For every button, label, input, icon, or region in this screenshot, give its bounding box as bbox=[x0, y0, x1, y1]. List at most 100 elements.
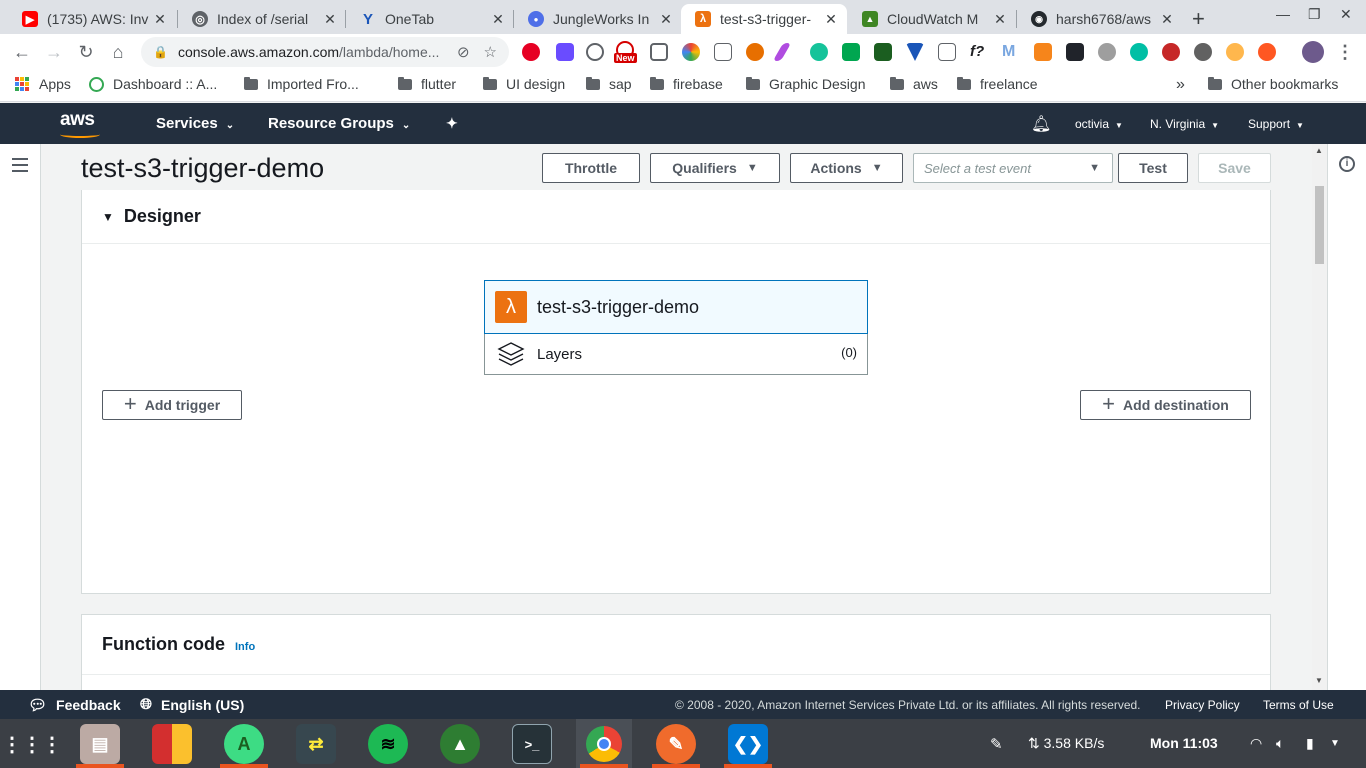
browser-tab[interactable]: ◉ harsh6768/aws ✕ bbox=[1017, 4, 1183, 34]
extension-icon[interactable] bbox=[842, 43, 860, 61]
close-icon[interactable]: ✕ bbox=[992, 11, 1008, 28]
rocket-icon[interactable]: ▲ bbox=[440, 724, 480, 764]
scroll-down-icon[interactable]: ▼ bbox=[1315, 676, 1323, 685]
extension-icon[interactable] bbox=[1258, 43, 1276, 61]
extension-icon[interactable] bbox=[682, 43, 700, 61]
close-icon[interactable]: ✕ bbox=[658, 11, 674, 28]
bookmark-folder[interactable]: freelance bbox=[957, 76, 1038, 92]
address-bar[interactable]: 🔒 console.aws.amazon.com/lambda/home... … bbox=[141, 37, 509, 67]
minimize-icon[interactable]: — bbox=[1276, 6, 1290, 22]
reload-icon[interactable]: ↻ bbox=[75, 41, 97, 63]
onetab-icon[interactable] bbox=[906, 43, 924, 61]
bookmark-star-icon[interactable]: ☆ bbox=[484, 43, 497, 61]
extension-icon[interactable] bbox=[1194, 43, 1212, 61]
language-selector[interactable]: 🌐︎ English (US) bbox=[140, 696, 244, 713]
info-link[interactable]: Info bbox=[235, 641, 255, 653]
bookmark-folder[interactable]: Graphic Design bbox=[746, 76, 866, 92]
postman-icon[interactable]: ✎ bbox=[656, 724, 696, 764]
bookmark-dashboard[interactable]: Dashboard :: A... bbox=[89, 76, 217, 92]
extension-icon[interactable] bbox=[1098, 43, 1116, 61]
close-icon[interactable]: ✕ bbox=[823, 11, 839, 28]
scroll-up-icon[interactable]: ▲ bbox=[1315, 146, 1323, 155]
screenshot-icon[interactable] bbox=[650, 43, 668, 61]
home-icon[interactable]: ⌂ bbox=[107, 41, 129, 63]
app-icon[interactable] bbox=[152, 724, 192, 764]
pen-icon[interactable]: ✎ bbox=[990, 735, 1003, 753]
browser-tab[interactable]: ◎ Index of /serial ✕ bbox=[178, 4, 346, 34]
new-tab-button[interactable]: + bbox=[1192, 6, 1205, 32]
page-scrollbar[interactable]: ▲ ▼ bbox=[1312, 144, 1327, 690]
battery-icon[interactable]: ▮ bbox=[1306, 735, 1314, 752]
bookmark-folder[interactable]: aws bbox=[890, 76, 938, 92]
feedback-button[interactable]: 💬︎ Feedback bbox=[28, 696, 121, 714]
extension-icon[interactable] bbox=[874, 43, 892, 61]
maximize-icon[interactable]: ❐ bbox=[1308, 6, 1321, 23]
extension-icon[interactable] bbox=[1162, 43, 1180, 61]
qualifiers-button[interactable]: Qualifiers ▼ bbox=[650, 153, 780, 183]
react-devtools-icon[interactable] bbox=[1066, 43, 1084, 61]
bookmark-folder[interactable]: sap bbox=[586, 76, 632, 92]
chevron-down-icon[interactable]: ▼ bbox=[1330, 738, 1340, 749]
close-icon[interactable]: ✕ bbox=[1159, 11, 1175, 28]
browser-tab[interactable]: Y OneTab ✕ bbox=[346, 4, 514, 34]
function-node[interactable]: λ test-s3-trigger-demo Layers (0) bbox=[484, 280, 868, 375]
terminal-icon[interactable]: >_ bbox=[512, 724, 552, 764]
spotify-icon[interactable]: ≋ bbox=[368, 724, 408, 764]
scrollbar-thumb[interactable] bbox=[1315, 186, 1324, 264]
bell-icon[interactable]: 🔔︎ bbox=[1031, 114, 1051, 134]
site-permission-icon[interactable]: ⊘ bbox=[457, 43, 470, 61]
add-trigger-button[interactable]: + Add trigger bbox=[102, 390, 242, 420]
vscode-icon[interactable]: ❮❯ bbox=[728, 724, 768, 764]
resource-groups-menu[interactable]: Resource Groups ⌄ bbox=[268, 115, 410, 132]
account-menu[interactable]: octivia ▼ bbox=[1075, 117, 1123, 131]
browser-tab[interactable]: ▲ CloudWatch M ✕ bbox=[848, 4, 1016, 34]
network-tool-icon[interactable]: ⇄ bbox=[296, 724, 336, 764]
aws-logo[interactable]: aws bbox=[60, 109, 100, 138]
android-studio-icon[interactable]: A bbox=[224, 724, 264, 764]
wifi-icon[interactable]: ◠ bbox=[1250, 735, 1262, 752]
file-manager-icon[interactable]: ▤ bbox=[80, 724, 120, 764]
bookmarks-overflow-button[interactable]: » bbox=[1176, 76, 1185, 94]
forward-icon[interactable]: → bbox=[43, 41, 65, 63]
pinterest-icon[interactable] bbox=[522, 43, 540, 61]
info-icon[interactable]: i bbox=[1339, 156, 1355, 172]
bookmark-folder[interactable]: Imported Fro... bbox=[244, 76, 359, 92]
function-node-header[interactable]: λ test-s3-trigger-demo bbox=[484, 280, 868, 334]
extension-icon[interactable] bbox=[714, 43, 732, 61]
extension-icon[interactable] bbox=[772, 43, 792, 61]
avatar[interactable] bbox=[1302, 41, 1324, 63]
bookmark-other[interactable]: Other bookmarks bbox=[1208, 76, 1338, 92]
extension-icon[interactable]: M bbox=[1002, 43, 1020, 61]
app-grid-icon[interactable]: ⋮⋮⋮ bbox=[2, 724, 62, 764]
extension-icon[interactable] bbox=[1130, 43, 1148, 61]
bookmark-folder[interactable]: firebase bbox=[650, 76, 723, 92]
throttle-button[interactable]: Throttle bbox=[542, 153, 640, 183]
metamask-icon[interactable] bbox=[1034, 43, 1052, 61]
add-destination-button[interactable]: + Add destination bbox=[1080, 390, 1251, 420]
close-window-icon[interactable]: ✕ bbox=[1340, 6, 1352, 23]
bookmark-apps[interactable]: Apps bbox=[15, 76, 71, 92]
grammarly-icon[interactable] bbox=[810, 43, 828, 61]
support-menu[interactable]: Support ▼ bbox=[1248, 117, 1304, 131]
font-icon[interactable]: f? bbox=[970, 43, 988, 61]
browser-tab-active[interactable]: λ test-s3-trigger- ✕ bbox=[681, 4, 847, 34]
browser-tab[interactable]: ▶ (1735) AWS: Inv ✕ bbox=[8, 4, 176, 34]
close-icon[interactable]: ✕ bbox=[322, 11, 338, 28]
menu-icon[interactable] bbox=[12, 158, 28, 176]
services-menu[interactable]: Services ⌄ bbox=[156, 115, 234, 132]
pin-icon[interactable]: ✦ bbox=[446, 115, 458, 132]
browser-tab[interactable]: ● JungleWorks In ✕ bbox=[514, 4, 682, 34]
java-icon[interactable] bbox=[746, 43, 764, 61]
terms-of-use-link[interactable]: Terms of Use bbox=[1263, 698, 1334, 712]
bookmark-folder[interactable]: flutter bbox=[398, 76, 456, 92]
extension-icon[interactable] bbox=[938, 43, 956, 61]
back-icon[interactable]: ← bbox=[11, 41, 33, 63]
privacy-policy-link[interactable]: Privacy Policy bbox=[1165, 698, 1240, 712]
extension-icon[interactable] bbox=[1226, 43, 1244, 61]
save-button[interactable]: Save bbox=[1198, 153, 1271, 183]
close-icon[interactable]: ✕ bbox=[152, 11, 168, 28]
actions-button[interactable]: Actions ▼ bbox=[790, 153, 903, 183]
close-icon[interactable]: ✕ bbox=[490, 11, 506, 28]
layers-row[interactable]: Layers (0) bbox=[485, 334, 867, 374]
color-picker-icon[interactable] bbox=[556, 43, 574, 61]
